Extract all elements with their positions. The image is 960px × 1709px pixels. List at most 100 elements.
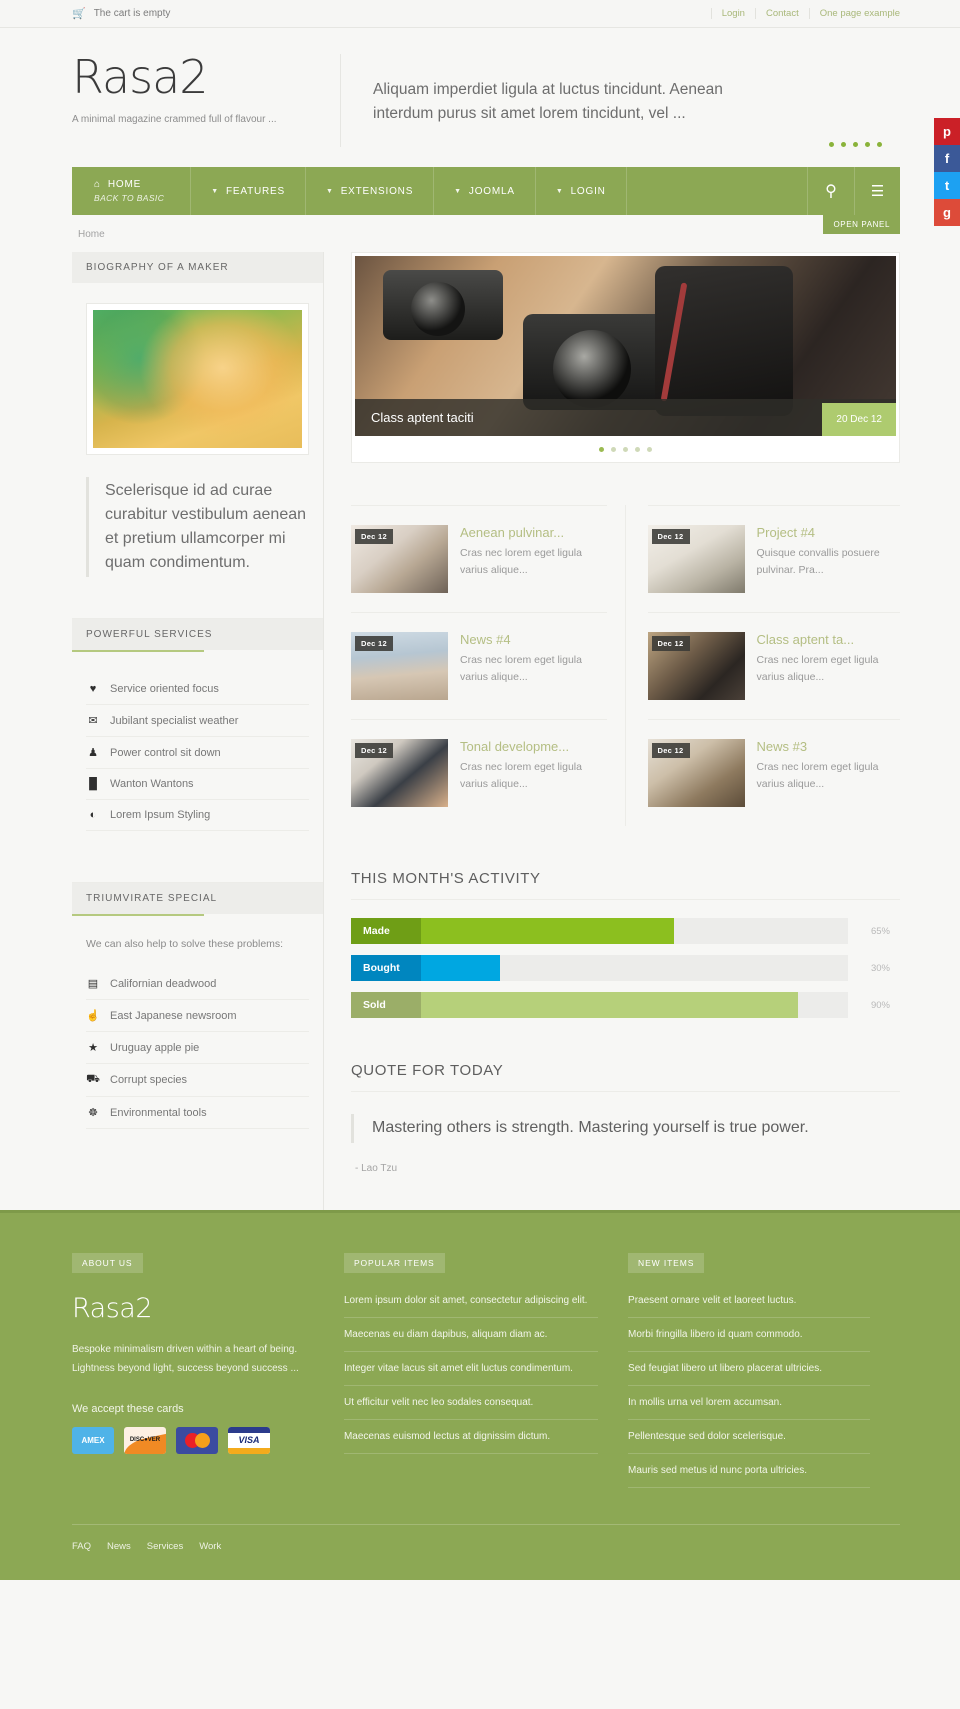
list-item-label: Uruguay apple pie xyxy=(110,1041,200,1054)
site-logo[interactable]: Rasa2 xyxy=(72,54,340,100)
slider-dot[interactable] xyxy=(599,447,604,453)
slider-dot[interactable] xyxy=(611,447,616,453)
list-item[interactable]: ☝ East Japanese newsroom xyxy=(86,1000,309,1033)
article-title[interactable]: Aenean pulvinar... xyxy=(460,525,607,541)
nav-label-joomla: JOOMLA xyxy=(468,185,515,197)
accepted-cards-label: We accept these cards xyxy=(72,1402,184,1415)
list-item[interactable]: ♟ Power control sit down xyxy=(86,737,309,770)
list-item[interactable]: ◐ Lorem Ipsum Styling xyxy=(86,800,309,832)
sidebar-divider xyxy=(72,841,323,884)
facebook-icon[interactable]: f xyxy=(934,145,960,172)
cart-status[interactable]: 🛒 The cart is empty xyxy=(72,7,170,20)
module-title-services: POWERFUL SERVICES xyxy=(72,619,323,653)
list-item[interactable]: Integer vitae lacus sit amet elit luctus… xyxy=(343,1352,599,1386)
social-share-rail: p f t g xyxy=(934,118,960,226)
promo-dot[interactable] xyxy=(829,142,834,148)
list-item[interactable]: ▤ Californian deadwood xyxy=(86,968,309,1001)
car-icon: ⛟ xyxy=(86,1073,100,1086)
search-icon[interactable]: ⚲ xyxy=(808,167,854,215)
list-item[interactable]: Ut efficitur velit nec leo sodales conse… xyxy=(343,1386,599,1420)
globe-icon: ☸ xyxy=(88,1107,98,1120)
article-title[interactable]: Tonal developme... xyxy=(460,739,607,755)
list-item[interactable]: Sed feugiat libero ut libero placerat ul… xyxy=(628,1352,870,1386)
list-item[interactable]: Mauris sed metus id nunc porta ultricies… xyxy=(628,1454,870,1488)
popular-items-list: Lorem ipsum dolor sit amet, consectetur … xyxy=(343,1293,599,1454)
list-item[interactable]: ★ Uruguay apple pie xyxy=(86,1032,309,1065)
promo-dot[interactable] xyxy=(841,142,846,148)
footer-link-services[interactable]: Services xyxy=(147,1541,183,1552)
breadcrumb[interactable]: Home xyxy=(0,215,960,253)
login-link[interactable]: Login xyxy=(710,8,756,19)
nav-item-features[interactable]: ▼ FEATURES xyxy=(191,167,306,216)
list-item[interactable]: Maecenas eu diam dapibus, aliquam diam a… xyxy=(343,1318,599,1352)
site-footer: ABOUT US Rasa2 Bespoke minimalism driven… xyxy=(0,1209,960,1580)
article-card[interactable]: Dec 12 Aenean pulvinar... Cras nec lorem… xyxy=(351,505,607,612)
open-panel-button[interactable]: OPEN PANEL xyxy=(823,215,900,235)
date-badge: Dec 12 xyxy=(355,636,393,652)
article-excerpt: Cras nec lorem eget ligula varius alique… xyxy=(460,653,582,683)
slide-caption: Class aptent taciti xyxy=(355,399,896,437)
progress-percent: 30% xyxy=(870,962,890,974)
pinterest-icon[interactable]: p xyxy=(934,118,960,145)
article-card[interactable]: Dec 12 Tonal developme... Cras nec lorem… xyxy=(351,719,607,826)
promo-dot[interactable] xyxy=(865,142,870,148)
nav-item-joomla[interactable]: ▼ JOOMLA xyxy=(434,167,536,216)
list-item[interactable]: Morbi fringilla libero id quam commodo. xyxy=(628,1318,870,1352)
list-item[interactable]: Maecenas euismod lectus at dignissim dic… xyxy=(343,1420,599,1454)
list-item[interactable]: Praesent ornare velit et laoreet luctus. xyxy=(628,1293,870,1318)
footer-link-news[interactable]: News xyxy=(107,1541,131,1552)
star-icon: ★ xyxy=(88,1042,98,1055)
article-excerpt: Cras nec lorem eget ligula varius alique… xyxy=(460,546,582,576)
contact-link[interactable]: Contact xyxy=(756,8,810,19)
list-item[interactable]: ✉ Jubilant specialist weather xyxy=(86,705,309,738)
footer-link-work[interactable]: Work xyxy=(199,1541,221,1552)
article-card[interactable]: Dec 12 Class aptent ta... Cras nec lorem… xyxy=(647,612,901,719)
list-item-label: East Japanese newsroom xyxy=(110,1009,237,1022)
list-item[interactable]: Pellentesque sed dolor scelerisque. xyxy=(628,1420,870,1454)
triumvirate-list: ▤ Californian deadwood ☝ East Japanese new… xyxy=(86,968,309,1130)
footer-columns: ABOUT US Rasa2 Bespoke minimalism driven… xyxy=(72,1252,900,1488)
article-title[interactable]: Project #4 xyxy=(757,525,901,541)
article-card[interactable]: Dec 12 News #4 Cras nec lorem eget ligul… xyxy=(351,612,607,719)
header-promo-slider: Aliquam imperdiet ligula at luctus tinci… xyxy=(373,54,900,148)
heart-icon: ♥ xyxy=(89,683,97,696)
article-title[interactable]: Class aptent ta... xyxy=(757,632,901,648)
footer-about-text: Bespoke minimalism driven within a heart… xyxy=(72,1343,299,1375)
list-item[interactable]: █ Wanton Wantons xyxy=(86,769,309,801)
date-badge: Dec 12 xyxy=(355,743,393,759)
list-item[interactable]: ♥ Service oriented focus xyxy=(86,674,309,706)
list-item[interactable]: ☸ Environmental tools xyxy=(86,1097,309,1130)
list-item[interactable]: In mollis urna vel lorem accumsan. xyxy=(628,1386,870,1420)
list-item[interactable]: ⛟ Corrupt species xyxy=(86,1064,309,1098)
footer-logo[interactable]: Rasa2 xyxy=(72,1293,314,1324)
top-bar: 🛒 The cart is empty Login Contact One pa… xyxy=(0,0,960,28)
article-title[interactable]: News #4 xyxy=(460,632,607,648)
slider-dot[interactable] xyxy=(647,447,652,453)
slider-dot[interactable] xyxy=(623,447,628,453)
footer-badge-newitems: NEW ITEMS xyxy=(628,1252,705,1273)
footer-link-faq[interactable]: FAQ xyxy=(72,1541,91,1552)
promo-dot[interactable] xyxy=(877,142,882,148)
module-title-triumvirate: TRIUMVIRATE SPECIAL xyxy=(72,883,323,917)
top-bar-links: Login Contact One page example xyxy=(710,8,900,19)
article-title[interactable]: News #3 xyxy=(757,739,901,755)
article-card[interactable]: Dec 12 News #3 Cras nec lorem eget ligul… xyxy=(647,719,901,826)
nav-item-login[interactable]: ▼ LOGIN xyxy=(536,167,627,216)
article-excerpt: Cras nec lorem eget ligula varius alique… xyxy=(756,760,879,790)
slider-dot[interactable] xyxy=(635,447,640,453)
google-plus-icon[interactable]: g xyxy=(934,199,960,226)
nav-item-home[interactable]: ⌂ HOME BACK TO BASIC xyxy=(72,167,192,216)
list-item-label: Power control sit down xyxy=(110,746,221,759)
hamburger-icon[interactable]: ☰ xyxy=(854,167,900,216)
twitter-icon[interactable]: t xyxy=(934,172,960,199)
promo-dot[interactable] xyxy=(853,142,858,148)
article-card[interactable]: Dec 12 Project #4 Quisque convallis posu… xyxy=(647,505,901,612)
featured-slider: Class aptent taciti 20 Dec 12 xyxy=(351,252,900,464)
nav-item-extensions[interactable]: ▼ EXTENSIONS xyxy=(306,167,435,216)
one-page-example-link[interactable]: One page example xyxy=(810,8,900,19)
list-item[interactable]: Lorem ipsum dolor sit amet, consectetur … xyxy=(343,1293,599,1318)
vintage-cameras-photo[interactable]: Class aptent taciti 20 Dec 12 xyxy=(355,256,896,437)
triumvirate-body: We can also help to solve these problems… xyxy=(72,914,323,1139)
kitchen-shelf-photo: Dec 12 xyxy=(647,525,745,594)
sidebar-divider xyxy=(72,577,323,620)
